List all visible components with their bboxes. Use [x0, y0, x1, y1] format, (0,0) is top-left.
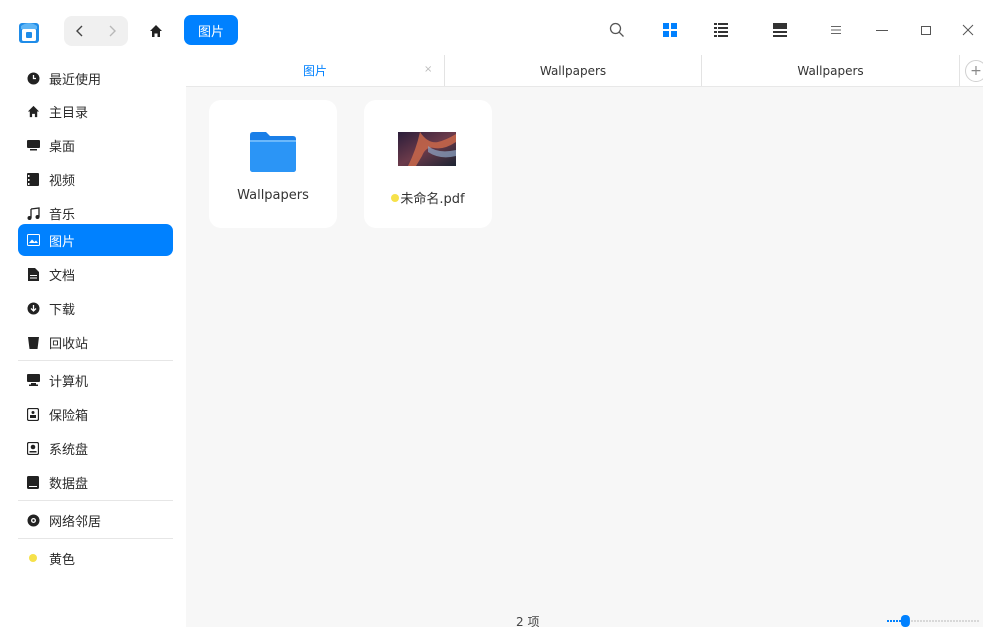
file-view[interactable]: Wallpapers 未命名.pdf 2 项	[186, 87, 983, 627]
title-bar: 图片	[0, 0, 983, 62]
file-item-pdf[interactable]: 未命名.pdf	[364, 100, 492, 228]
breadcrumb-current[interactable]: 图片	[184, 15, 239, 45]
close-tab-icon[interactable]: ×	[424, 64, 432, 75]
list-view-icon	[714, 23, 728, 37]
sidebar-item-videos[interactable]: 视频	[18, 163, 173, 195]
sidebar-item-data-disk[interactable]: 数据盘	[18, 466, 173, 498]
sidebar-item-trash[interactable]: 回收站	[18, 326, 173, 358]
chevron-left-icon	[76, 25, 83, 37]
sidebar-item-label: 图片	[49, 234, 76, 250]
tab-label: Wallpapers	[539, 63, 607, 78]
file-item-folder[interactable]: Wallpapers	[209, 100, 337, 228]
maximize-icon	[921, 26, 931, 35]
sidebar-divider	[18, 360, 173, 361]
sidebar-item-home[interactable]: 主目录	[18, 95, 173, 127]
search-button[interactable]	[607, 20, 627, 40]
minimize-button[interactable]	[872, 20, 892, 40]
download-icon	[26, 301, 40, 315]
network-icon	[26, 513, 40, 527]
sidebar-item-vault[interactable]: 保险箱	[18, 398, 173, 430]
tab-label: Wallpapers	[797, 63, 864, 78]
sidebar-item-label: 主目录	[49, 105, 89, 121]
sidebar-item-label: 桌面	[49, 139, 76, 155]
clock-icon	[26, 71, 40, 85]
list-view-button[interactable]	[711, 20, 731, 40]
status-item-count: 2 项	[516, 615, 540, 627]
home-icon	[26, 104, 40, 118]
file-name-text: 未命名.pdf	[400, 192, 465, 207]
file-manager-logo-icon[interactable]	[18, 20, 40, 44]
sidebar-item-label: 回收站	[49, 336, 89, 352]
yellow-tag-icon	[26, 551, 40, 565]
tab-label: 图片	[302, 64, 327, 78]
sidebar-item-label: 系统盘	[49, 442, 89, 458]
tab-bar: 图片 × Wallpapers Wallpapers +	[186, 55, 983, 87]
home-button[interactable]	[141, 16, 171, 46]
hamburger-menu-icon	[831, 26, 841, 34]
home-icon	[150, 25, 162, 37]
image-thumbnail-icon	[398, 132, 456, 166]
picture-icon	[26, 233, 40, 247]
yellow-tag-dot-icon	[391, 194, 400, 202]
sidebar-item-label: 最近使用	[49, 72, 102, 88]
navigation-buttons	[64, 16, 128, 46]
trash-icon	[26, 335, 40, 349]
maximize-button[interactable]	[916, 20, 936, 40]
sidebar-divider	[18, 538, 173, 539]
sidebar-divider	[18, 500, 173, 501]
computer-icon	[26, 373, 40, 387]
sidebar-item-downloads[interactable]: 下载	[18, 292, 173, 324]
sidebar-item-label: 下载	[49, 302, 76, 318]
music-icon	[26, 206, 40, 220]
close-button[interactable]	[958, 20, 978, 40]
sidebar-item-pictures[interactable]: 图片	[18, 224, 173, 256]
tab-wallpapers[interactable]: Wallpapers	[445, 55, 702, 86]
file-name: Wallpapers	[237, 188, 309, 203]
folder-icon	[250, 132, 296, 172]
data-disk-icon	[26, 475, 40, 489]
main-menu-button[interactable]	[826, 20, 846, 40]
back-button[interactable]	[64, 16, 96, 46]
sidebar-item-computer[interactable]: 计算机	[18, 364, 173, 396]
sidebar-item-label: 保险箱	[49, 408, 89, 424]
icon-view-button[interactable]	[660, 20, 680, 40]
tab-pictures[interactable]: 图片 ×	[186, 55, 445, 86]
sidebar-item-system-disk[interactable]: 系统盘	[18, 432, 173, 464]
zoom-slider-handle[interactable]	[900, 615, 910, 627]
sidebar-item-documents[interactable]: 文档	[18, 258, 173, 290]
zoom-slider[interactable]	[887, 615, 979, 627]
sidebar-item-label: 网络邻居	[49, 514, 102, 530]
vault-icon	[26, 407, 40, 421]
sidebar-item-label: 音乐	[49, 207, 76, 223]
forward-button[interactable]	[96, 16, 128, 46]
desktop-icon	[26, 138, 40, 152]
sidebar-item-recent[interactable]: 最近使用	[18, 62, 173, 94]
grid-view-icon	[663, 23, 677, 37]
chevron-right-icon	[109, 25, 116, 37]
sidebar-item-network[interactable]: 网络邻居	[18, 504, 173, 536]
detail-view-icon	[773, 23, 787, 37]
sidebar-item-label: 数据盘	[49, 476, 89, 492]
sidebar-item-label: 计算机	[49, 374, 89, 390]
detail-view-button[interactable]	[770, 20, 790, 40]
system-disk-icon	[26, 441, 40, 455]
sidebar-item-tag-yellow[interactable]: 黄色	[18, 542, 173, 574]
sidebar: 最近使用 主目录 桌面 视频 音乐 图片 文档 下载 回收站 计算机 保险箱 系…	[0, 62, 186, 627]
sidebar-item-label: 黄色	[49, 552, 76, 568]
search-icon	[609, 22, 624, 37]
tab-wallpapers-2[interactable]: Wallpapers	[702, 55, 960, 86]
minimize-icon	[876, 30, 888, 31]
video-icon	[26, 172, 40, 186]
close-icon	[962, 24, 974, 36]
document-icon	[26, 267, 40, 281]
file-name: 未命名.pdf	[364, 188, 492, 207]
sidebar-item-label: 视频	[49, 173, 76, 189]
sidebar-item-desktop[interactable]: 桌面	[18, 129, 173, 161]
add-tab-button[interactable]: +	[965, 60, 983, 82]
sidebar-item-label: 文档	[49, 268, 76, 284]
